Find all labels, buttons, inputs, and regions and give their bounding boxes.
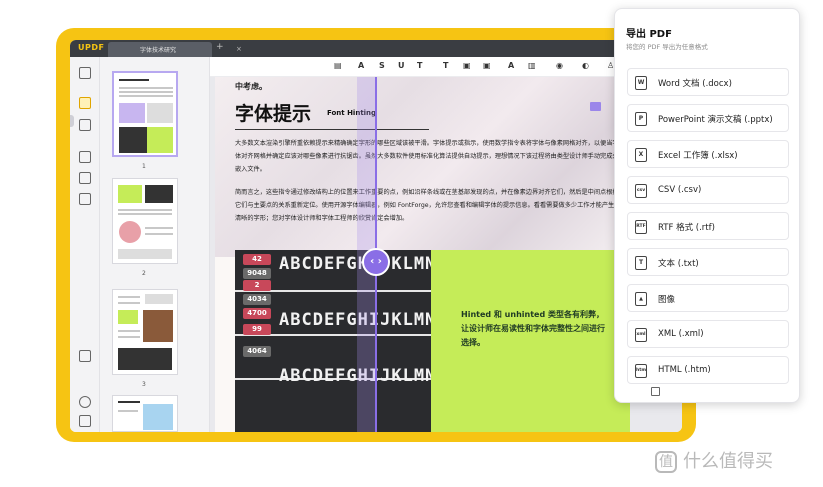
reader-icon[interactable] (79, 67, 91, 79)
page-thumbnail-1[interactable] (112, 71, 178, 157)
photo-badge-5: 4700 (243, 308, 271, 319)
export-option-label: 图像 (658, 295, 676, 305)
page-number-1: 1 (142, 163, 146, 170)
document-tab[interactable]: 字体技术研究 × (108, 42, 242, 57)
excel-file-icon: X (635, 148, 647, 162)
bookmark-icon[interactable] (79, 415, 91, 427)
sticky-note-tool-icon[interactable]: ▤ (334, 61, 342, 70)
photo-text-row-3: ABCDEFGHIJKLMNO (279, 366, 431, 386)
photo-badge-6: 99 (243, 324, 271, 335)
photo-badge-3: 2 (243, 280, 271, 291)
word-file-icon: W (635, 76, 647, 90)
tab-close-icon[interactable]: × (236, 45, 242, 53)
pdf-page[interactable]: 中考虑。 字体提示 Font Hinting 大多数文本渲染引擎所重依赖提示来精… (215, 77, 630, 432)
text-tool-icon[interactable]: T (443, 61, 448, 70)
comment-tool-icon[interactable] (79, 97, 91, 109)
page-number-2: 2 (142, 270, 146, 277)
comment-toolbar: ▤ A S U T T ▣ ▣ A ▥ ◉ ◐ ♙ ♙ (210, 57, 682, 77)
thumbnail-panel: 1 2 3 (100, 57, 210, 432)
font-hinting-photo: ABCDEFGHIJKLMNO ABCDEFGHIJKLMNO ABCDEFGH… (235, 250, 431, 432)
text-file-icon: T (635, 256, 647, 270)
photo-badge-1: 42 (243, 254, 271, 265)
export-option-rtf[interactable]: RTF RTF 格式 (.rtf) (627, 212, 789, 240)
paragraph-1: 大多数文本渲染引擎所重依赖提示来精确确定字形的哪些区域该被平滑。字体提示或指示，… (235, 140, 619, 173)
export-option-html[interactable]: htm HTML (.htm) (627, 356, 789, 384)
title-bar: UPDF 字体技术研究 × + (70, 40, 682, 57)
comment-panel-icon[interactable] (651, 387, 660, 396)
screenshot-stage: UPDF 字体技术研究 × + 1 2 3 ▤ A S U T T ▣ ▣ A … (0, 0, 823, 487)
callout-tool-icon[interactable]: ▣ (483, 61, 491, 70)
document-tab-label: 字体技术研究 (140, 47, 177, 54)
paragraph-2: 简而言之，这些指令通过修改结构上的位置来工作重要的点，例如沿样条线或在茎基部发现… (235, 189, 619, 222)
page-heading: 字体提示 (235, 103, 312, 125)
photo-text-row-2: ABCDEFGHIJKLMNO (279, 310, 431, 330)
export-option-word[interactable]: W Word 文档 (.docx) (627, 68, 789, 96)
export-option-image[interactable]: ▲ 图像 (627, 284, 789, 312)
export-option-label: Excel 工作簿 (.xlsx) (658, 151, 738, 161)
app-logo: UPDF (78, 43, 104, 52)
rtf-file-icon: RTF (635, 220, 647, 234)
shape-tool-icon[interactable]: ◉ (556, 61, 563, 70)
export-option-label: Word 文档 (.docx) (658, 79, 732, 89)
comparison-slider-handle[interactable]: ‹ › (362, 248, 390, 276)
export-option-csv[interactable]: csv CSV (.csv) (627, 176, 789, 204)
photo-badge-2: 9048 (243, 268, 271, 279)
photo-badge-4: 4034 (243, 294, 271, 305)
pencil-tool-icon[interactable]: A (508, 61, 514, 70)
crop-icon[interactable] (79, 193, 91, 205)
export-option-label: CSV (.csv) (658, 185, 702, 195)
page-thumbnail-4[interactable] (112, 395, 178, 432)
export-option-label: 文本 (.txt) (658, 259, 699, 269)
html-file-icon: htm (635, 364, 647, 378)
export-option-label: HTML (.htm) (658, 365, 711, 375)
updf-window: UPDF 字体技术研究 × + 1 2 3 ▤ A S U T T ▣ ▣ A … (70, 40, 682, 432)
export-option-label: PowerPoint 演示文稿 (.pptx) (658, 115, 773, 125)
app-logo-text: UPDF (78, 43, 105, 52)
export-pdf-panel: 导出 PDF 将您的 PDF 导出为任意格式 W Word 文档 (.docx)… (614, 8, 800, 403)
export-option-label: RTF 格式 (.rtf) (658, 223, 715, 233)
watermark-text: 什么值得买 (683, 451, 773, 472)
document-viewport[interactable]: 中考虑。 字体提示 Font Hinting 大多数文本渲染引擎所重依赖提示来精… (210, 77, 682, 432)
green-callout-text: Hinted 和 unhinted 类型各有利弊，让设计师在易读性和字体完整性之… (461, 310, 605, 347)
export-panel-subtitle: 将您的 PDF 导出为任意格式 (626, 43, 708, 51)
stamp-tool-icon[interactable]: ◐ (582, 61, 589, 70)
layers-icon[interactable] (79, 396, 91, 408)
export-option-label: XML (.xml) (658, 329, 704, 339)
image-file-icon: ▲ (635, 292, 647, 306)
export-option-powerpoint[interactable]: P PowerPoint 演示文稿 (.pptx) (627, 104, 789, 132)
export-option-xml[interactable]: xml XML (.xml) (627, 320, 789, 348)
edit-tool-icon[interactable] (79, 119, 91, 131)
watermark-logo: 值 (655, 451, 677, 473)
photo-text-row-1: ABCDEFGHIJKLMNO (279, 254, 431, 274)
page-thumbnail-2[interactable] (112, 178, 178, 264)
batch-icon[interactable] (79, 350, 91, 362)
underline-tool-icon[interactable]: U (398, 61, 405, 70)
textbox-tool-icon[interactable]: ▣ (463, 61, 471, 70)
green-callout-panel: Hinted 和 unhinted 类型各有利弊，让设计师在易读性和字体完整性之… (431, 250, 630, 432)
site-watermark: 值什么值得买 (655, 447, 773, 473)
left-tool-rail (70, 57, 100, 432)
page-text-snippet: 中考虑。 (235, 82, 267, 91)
page-number-3: 3 (142, 381, 146, 388)
strikethrough-tool-icon[interactable]: S (379, 61, 385, 70)
highlight-tool-icon[interactable]: A (358, 61, 364, 70)
export-option-text[interactable]: T 文本 (.txt) (627, 248, 789, 276)
organize-pages-icon[interactable] (79, 151, 91, 163)
comment-note-icon[interactable] (590, 102, 601, 111)
photo-badge-7: 4064 (243, 346, 271, 357)
new-tab-icon[interactable]: + (216, 42, 224, 52)
eraser-tool-icon[interactable]: ▥ (528, 61, 536, 70)
xml-file-icon: xml (635, 328, 647, 342)
export-option-excel[interactable]: X Excel 工作簿 (.xlsx) (627, 140, 789, 168)
heading-divider (235, 129, 429, 130)
csv-file-icon: csv (635, 184, 647, 198)
convert-icon[interactable] (79, 172, 91, 184)
squiggly-tool-icon[interactable]: T (417, 61, 422, 70)
sidebar-collapse-handle[interactable] (70, 115, 74, 127)
page-thumbnail-3[interactable] (112, 289, 178, 375)
export-panel-title: 导出 PDF (626, 29, 672, 40)
powerpoint-file-icon: P (635, 112, 647, 126)
